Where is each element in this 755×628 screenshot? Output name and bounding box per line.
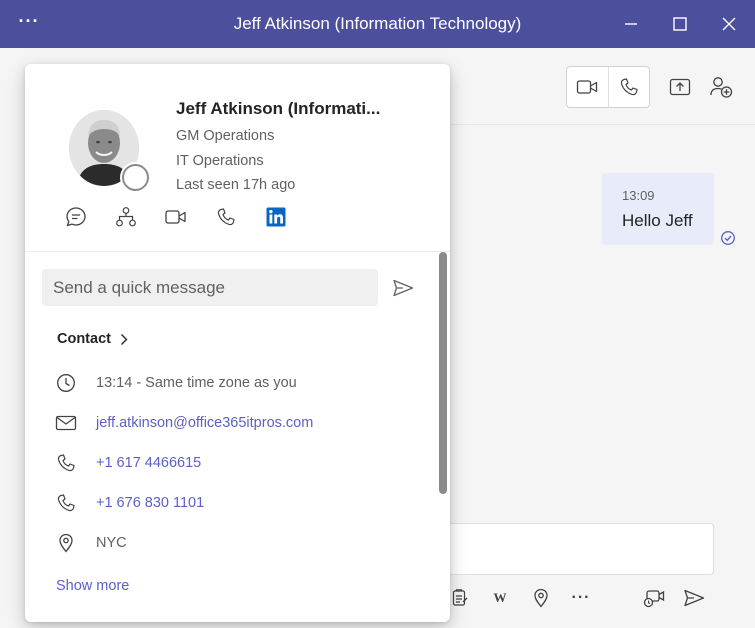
linkedin-action-button[interactable] [264,205,288,229]
contact-email-link[interactable]: jeff.atkinson@office365itpros.com [96,415,313,431]
header-divider [450,124,755,125]
profile-name: Jeff Atkinson (Informati... [176,99,381,118]
org-chart-action-button[interactable] [114,205,138,229]
close-icon [722,17,736,31]
audio-call-action-button[interactable] [214,205,238,229]
profile-last-seen: Last seen 17h ago [176,177,296,193]
video-camera-icon [165,210,186,224]
send-icon [684,589,705,607]
phone-icon [55,492,77,514]
quick-message-send-button[interactable] [391,276,415,300]
meet-now-icon [643,590,665,608]
contact-local-time-text: 13:14 - Same time zone as you [96,375,297,391]
send-button[interactable] [682,586,706,610]
audio-call-button[interactable] [609,67,650,107]
contact-phone-2-link[interactable]: +1 676 830 1101 [96,495,204,511]
wiki-button[interactable]: W [488,586,512,610]
card-divider [25,251,450,252]
add-people-button[interactable] [708,74,734,100]
contact-phone-1-link[interactable]: +1 617 4466615 [96,455,201,471]
card-scrollbar[interactable] [439,252,447,494]
phone-icon [620,78,638,96]
video-camera-icon [577,80,598,94]
clipboard-icon [452,589,468,606]
profile-card: Jeff Atkinson (Informati... GM Operation… [25,64,450,622]
contact-phone-1[interactable]: +1 617 4466615 [55,451,201,475]
chevron-right-icon [120,333,128,345]
loop-component-button[interactable] [448,586,472,610]
minimize-icon [625,23,637,25]
contact-heading: Contact [57,331,111,347]
minimize-button[interactable] [616,9,646,39]
schedule-meeting-button[interactable] [642,586,666,610]
title-bar: ··· Jeff Atkinson (Information Technolog… [0,0,755,48]
contact-local-time: 13:14 - Same time zone as you [55,371,297,395]
chat-action-button[interactable] [64,205,88,229]
share-screen-icon [669,78,691,96]
contact-section-toggle[interactable]: Contact [57,331,128,347]
phone-icon [217,208,235,226]
contact-location: NYC [55,531,127,555]
call-button-group [566,66,650,108]
chat-icon [66,207,86,227]
location-pin-icon [534,588,548,608]
video-call-action-button[interactable] [164,205,188,229]
org-chart-icon [116,207,136,227]
contact-phone-2[interactable]: +1 676 830 1101 [55,491,204,515]
contact-location-text: NYC [96,535,127,551]
message-timestamp: 13:09 [622,188,655,203]
close-button[interactable] [714,9,744,39]
location-icon [55,532,77,554]
maximize-button[interactable] [665,9,695,39]
show-more-link[interactable]: Show more [56,578,129,594]
delivered-icon [720,230,736,251]
contact-email[interactable]: jeff.atkinson@office365itpros.com [55,411,313,435]
location-button[interactable] [529,586,553,610]
linkedin-icon [266,207,286,227]
profile-job-title: GM Operations [176,128,275,144]
send-icon [393,279,414,297]
message-bubble[interactable]: 13:09 Hello Jeff [602,173,714,245]
profile-department: IT Operations [176,153,264,169]
quick-message-input[interactable] [42,269,378,306]
message-text: Hello Jeff [622,211,693,230]
maximize-icon [673,17,687,31]
add-people-icon [710,77,733,98]
video-call-button[interactable] [567,67,608,107]
share-screen-button[interactable] [667,74,693,100]
compose-box[interactable] [450,523,714,575]
clock-icon [55,372,77,394]
more-actions-button[interactable]: ··· [569,586,593,610]
mail-icon [55,412,77,434]
phone-icon [55,452,77,474]
presence-offline-icon [122,164,149,191]
